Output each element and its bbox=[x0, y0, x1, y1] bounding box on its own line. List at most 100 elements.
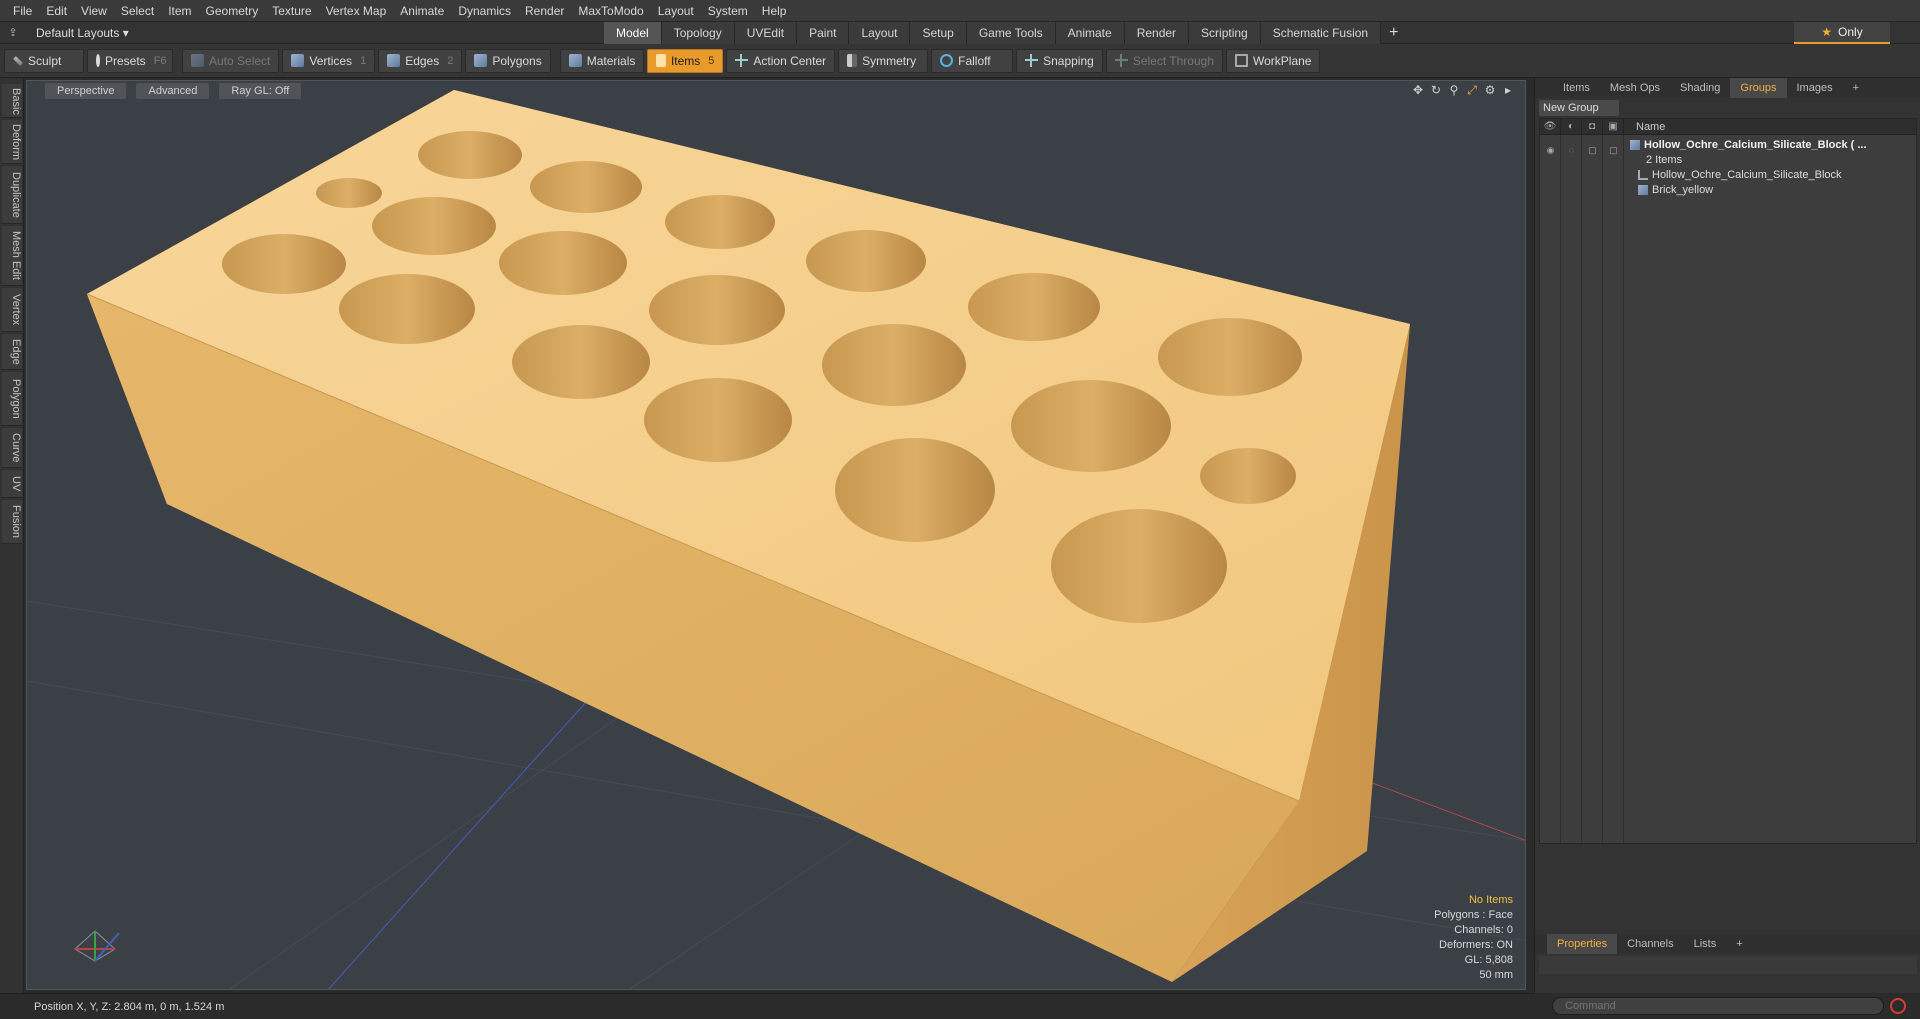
menu-maxtomodo[interactable]: MaxToModo bbox=[571, 0, 650, 22]
group-row-mesh[interactable]: Brick_yellow bbox=[1638, 184, 1713, 196]
only-toggle[interactable]: ★ Only bbox=[1794, 22, 1890, 44]
fit-icon[interactable]: ⤢ bbox=[1465, 83, 1479, 97]
items-icon bbox=[656, 54, 666, 67]
tab-channels[interactable]: Channels bbox=[1617, 934, 1683, 954]
group-row-root[interactable]: Hollow_Ochre_Calcium_Silicate_Block ( ..… bbox=[1630, 139, 1867, 151]
vtab-basic[interactable]: Basic bbox=[2, 84, 22, 118]
menu-item[interactable]: Item bbox=[161, 0, 198, 22]
action-center-icon bbox=[735, 54, 749, 67]
tab-properties[interactable]: Properties bbox=[1547, 934, 1618, 954]
tab-model[interactable]: Model bbox=[604, 22, 662, 44]
workplane-label: WorkPlane bbox=[1253, 53, 1312, 68]
visibility-column-eye-icon[interactable]: 👁 bbox=[1540, 118, 1561, 135]
add-panel-tab-button[interactable]: + bbox=[1843, 78, 1869, 98]
menu-animate[interactable]: Animate bbox=[393, 0, 451, 22]
tab-lists[interactable]: Lists bbox=[1684, 934, 1727, 954]
select-column-icon[interactable]: ▣ bbox=[1603, 118, 1624, 135]
tab-paint[interactable]: Paint bbox=[797, 22, 850, 44]
vtab-edge[interactable]: Edge bbox=[2, 334, 22, 370]
snapping-button[interactable]: Snapping bbox=[1016, 48, 1103, 73]
command-history-icon[interactable] bbox=[1890, 998, 1906, 1014]
menu-edit[interactable]: Edit bbox=[39, 0, 74, 22]
menu-geometry[interactable]: Geometry bbox=[199, 0, 266, 22]
menu-help[interactable]: Help bbox=[755, 0, 794, 22]
view-mode-button[interactable]: Perspective bbox=[45, 83, 127, 99]
raygl-button[interactable]: Ray GL: Off bbox=[219, 83, 302, 99]
symmetry-icon bbox=[847, 54, 858, 67]
tab-topology[interactable]: Topology bbox=[661, 22, 735, 44]
menu-file[interactable]: File bbox=[6, 0, 39, 22]
tab-schematic-fusion[interactable]: Schematic Fusion bbox=[1260, 22, 1382, 44]
vertices-button[interactable]: Vertices 1 bbox=[282, 48, 376, 73]
group-render-icon[interactable]: ◌ bbox=[1561, 145, 1582, 156]
layout-home-icon[interactable]: ⇪ bbox=[0, 26, 26, 39]
menu-vertex-map[interactable]: Vertex Map bbox=[319, 0, 394, 22]
symmetry-button[interactable]: Symmetry bbox=[838, 48, 929, 73]
menu-layout[interactable]: Layout bbox=[651, 0, 701, 22]
rotate-icon[interactable]: ↻ bbox=[1429, 83, 1443, 97]
command-input[interactable] bbox=[1552, 997, 1884, 1015]
materials-button[interactable]: Materials bbox=[559, 48, 645, 73]
vtab-fusion[interactable]: Fusion bbox=[2, 500, 22, 544]
vtab-uv[interactable]: UV bbox=[2, 470, 22, 498]
workplane-button[interactable]: WorkPlane bbox=[1226, 48, 1321, 73]
group-row-locator[interactable]: Hollow_Ochre_Calcium_Silicate_Block bbox=[1638, 169, 1842, 181]
pan-icon[interactable]: ✥ bbox=[1411, 83, 1425, 97]
zoom-icon[interactable]: ⚲ bbox=[1447, 83, 1461, 97]
tab-layout[interactable]: Layout bbox=[849, 22, 911, 44]
vtab-vertex[interactable]: Vertex bbox=[2, 288, 22, 332]
vtab-deform[interactable]: Deform bbox=[2, 120, 22, 164]
polygons-button[interactable]: Polygons bbox=[465, 48, 551, 73]
tab-render[interactable]: Render bbox=[1124, 22, 1190, 44]
items-button[interactable]: Items 5 bbox=[647, 48, 724, 73]
lock-column-icon[interactable]: ◘ bbox=[1582, 118, 1603, 135]
vtab-polygon[interactable]: Polygon bbox=[2, 372, 22, 426]
action-center-button[interactable]: Action Center bbox=[726, 48, 836, 73]
edges-button[interactable]: Edges 2 bbox=[378, 48, 463, 73]
tab-setup[interactable]: Setup bbox=[910, 22, 967, 44]
menu-render[interactable]: Render bbox=[518, 0, 571, 22]
grid-size-info: 50 mm bbox=[1479, 969, 1513, 981]
menu-texture[interactable]: Texture bbox=[265, 0, 318, 22]
name-column-header: Name bbox=[1636, 120, 1666, 133]
vtab-mesh-edit[interactable]: Mesh Edit bbox=[2, 226, 22, 286]
tab-scripting[interactable]: Scripting bbox=[1189, 22, 1261, 44]
symmetry-label: Symmetry bbox=[862, 53, 917, 68]
layout-bar: ⇪ Default Layouts ▾ Model Topology UVEdi… bbox=[0, 22, 1920, 44]
group-lock-icon[interactable]: ▢ bbox=[1582, 145, 1603, 156]
shading-mode-button[interactable]: Advanced bbox=[136, 83, 210, 99]
3d-viewport[interactable]: Perspective Advanced Ray GL: Off ✥ ↻ ⚲ ⤢… bbox=[26, 80, 1526, 990]
vtab-duplicate[interactable]: Duplicate bbox=[2, 166, 22, 224]
group-select-icon[interactable]: ▢ bbox=[1603, 145, 1624, 156]
add-properties-tab-button[interactable]: + bbox=[1726, 934, 1752, 954]
menu-view[interactable]: View bbox=[74, 0, 114, 22]
brick-render bbox=[27, 81, 1525, 989]
group-visibility-eye-icon[interactable]: ◉ bbox=[1540, 145, 1561, 156]
tab-uvedit[interactable]: UVEdit bbox=[734, 22, 798, 44]
menu-select[interactable]: Select bbox=[114, 0, 161, 22]
falloff-button[interactable]: Falloff bbox=[931, 48, 1014, 73]
tab-groups[interactable]: Groups bbox=[1730, 78, 1787, 98]
tab-images[interactable]: Images bbox=[1787, 78, 1843, 98]
viewport-gear-icon[interactable]: ⚙ bbox=[1483, 83, 1497, 97]
new-group-button[interactable]: New Group bbox=[1539, 100, 1619, 116]
vtab-curve[interactable]: Curve bbox=[2, 428, 22, 468]
tab-game-tools[interactable]: Game Tools bbox=[966, 22, 1056, 44]
status-bar: Position X, Y, Z: 2.804 m, 0 m, 1.524 m bbox=[0, 993, 1534, 1019]
tab-shading[interactable]: Shading bbox=[1670, 78, 1730, 98]
tab-items[interactable]: Items bbox=[1553, 78, 1600, 98]
add-tab-button[interactable]: + bbox=[1381, 22, 1406, 44]
viewport-arrow-icon[interactable]: ▸ bbox=[1501, 83, 1515, 97]
tab-mesh-ops[interactable]: Mesh Ops bbox=[1600, 78, 1670, 98]
sculpt-button[interactable]: Sculpt bbox=[4, 48, 84, 73]
select-through-button[interactable]: Select Through bbox=[1105, 48, 1223, 73]
default-layouts-dropdown[interactable]: Default Layouts ▾ bbox=[26, 26, 136, 40]
viewport-info: No Items Polygons : Face Channels: 0 Def… bbox=[1434, 893, 1513, 983]
menu-dynamics[interactable]: Dynamics bbox=[451, 0, 518, 22]
menu-system[interactable]: System bbox=[701, 0, 755, 22]
tab-animate[interactable]: Animate bbox=[1055, 22, 1125, 44]
render-column-icon[interactable]: ◐ bbox=[1561, 118, 1582, 135]
auto-select-button[interactable]: Auto Select bbox=[182, 48, 280, 73]
group-row-toggles: ◉ ◌ ▢ ▢ bbox=[1540, 145, 1624, 156]
presets-button[interactable]: Presets F6 bbox=[87, 48, 173, 73]
